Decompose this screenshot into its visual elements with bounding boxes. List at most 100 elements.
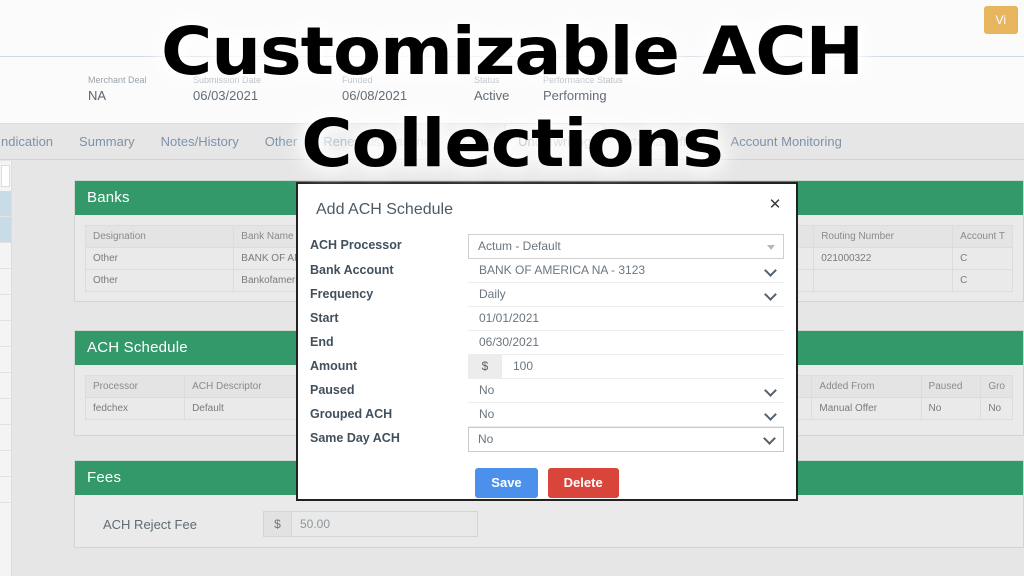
sidebar-item[interactable]	[0, 243, 11, 269]
meta-label: Merchant Deal	[88, 75, 147, 85]
modal-action-buttons: Save Delete	[310, 452, 784, 498]
ach-schedule-form: ACH Processor Actum - Default Bank Accou…	[298, 226, 796, 498]
meta-value: NA	[88, 88, 107, 103]
sidebar-item[interactable]	[0, 399, 11, 425]
meta-item-funded: Funded 06/08/2021	[342, 74, 407, 104]
ach-reject-fee-value: 50.00	[292, 512, 477, 536]
label-end: End	[310, 335, 334, 349]
col-account-type: Account T	[952, 225, 1013, 248]
same-day-ach-select[interactable]: No	[468, 427, 784, 452]
control-frequency: Daily	[468, 283, 784, 307]
grouped-ach-value: No	[479, 407, 495, 421]
tab-external-offers[interactable]: External Offers	[605, 124, 717, 159]
label-amount: Amount	[310, 359, 358, 373]
control-ach-processor: Actum - Default	[468, 234, 784, 259]
meta-item-submission-date: Submission Date 06/03/2021	[193, 74, 261, 104]
amount-input[interactable]: $ 100	[468, 355, 784, 379]
field-row-ach-processor: ACH Processor Actum - Default	[310, 234, 784, 259]
tab-syndication[interactable]: ndication	[0, 124, 66, 159]
delete-button[interactable]: Delete	[547, 468, 619, 498]
cell-grouped: No	[980, 397, 1013, 420]
chevron-down-icon	[766, 410, 775, 419]
sidebar-item[interactable]	[0, 269, 11, 295]
label-start: Start	[310, 311, 339, 325]
chevron-down-icon	[766, 386, 775, 395]
field-row-paused: Paused No	[310, 379, 784, 403]
add-ach-schedule-modal: Add ACH Schedule ✕ ACH Processor Actum -…	[296, 182, 798, 501]
bank-account-value: BANK OF AMERICA NA - 3123	[479, 263, 646, 277]
sidebar-item[interactable]	[0, 373, 11, 399]
tab-other[interactable]: Other	[252, 124, 311, 159]
chevron-down-icon	[766, 266, 775, 275]
ach-processor-select[interactable]: Actum - Default	[468, 234, 784, 259]
paused-select[interactable]: No	[468, 379, 784, 403]
field-row-same-day-ach: Same Day ACH No	[310, 427, 784, 452]
col-processor: Processor	[84, 375, 186, 398]
sidebar-item[interactable]	[0, 321, 11, 347]
sidebar-item[interactable]	[0, 477, 11, 503]
tab-files[interactable]: Files	[451, 124, 504, 159]
label-paused: Paused	[310, 383, 355, 397]
close-icon[interactable]: ✕	[766, 196, 784, 214]
deal-meta-row: Merchant Deal NA Submission Date 06/03/2…	[0, 74, 1024, 120]
col-added-from: Added From	[811, 375, 922, 398]
end-date-input[interactable]: 06/30/2021	[468, 331, 784, 355]
cell-paused: No	[920, 397, 982, 420]
meta-value: 06/08/2021	[342, 88, 408, 103]
grouped-ach-select[interactable]: No	[468, 403, 784, 427]
tab-underwriting[interactable]: Underwriting	[504, 123, 606, 160]
modal-title: Add ACH Schedule	[316, 201, 453, 218]
amount-value: 100	[513, 359, 534, 373]
ach-reject-fee-input[interactable]: $ 50.00	[263, 511, 478, 537]
control-same-day-ach: No	[468, 427, 784, 452]
meta-label: Status	[474, 75, 500, 85]
tab-notes-history[interactable]: Notes/History	[148, 124, 252, 159]
cell-added-from: Manual Offer	[811, 397, 922, 420]
control-bank-account: BANK OF AMERICA NA - 3123	[468, 259, 784, 283]
control-paused: No	[468, 379, 784, 403]
control-end: 06/30/2021	[468, 331, 784, 355]
field-row-frequency: Frequency Daily	[310, 283, 784, 307]
sidebar-top-box	[1, 165, 10, 187]
paused-value: No	[479, 383, 495, 397]
cell-routing-number: 021000322	[813, 247, 954, 270]
same-day-ach-value: No	[478, 432, 494, 446]
sidebar-item[interactable]	[0, 425, 11, 451]
meta-value: Active	[474, 88, 510, 103]
control-grouped-ach: No	[468, 403, 784, 427]
label-bank-account: Bank Account	[310, 263, 394, 277]
sidebar-item[interactable]	[0, 451, 11, 477]
cell-routing-number	[813, 269, 954, 292]
field-row-amount: Amount $ 100	[310, 355, 784, 379]
field-row-bank-account: Bank Account BANK OF AMERICA NA - 3123	[310, 259, 784, 283]
bank-account-select[interactable]: BANK OF AMERICA NA - 3123	[468, 259, 784, 283]
sidebar-item-selected[interactable]	[0, 191, 11, 217]
meta-item-status: Status Active	[474, 74, 509, 104]
chevron-down-icon	[766, 290, 775, 299]
ach-reject-fee-label: ACH Reject Fee	[103, 516, 197, 532]
left-sidebar	[0, 161, 12, 576]
control-amount: $ 100	[468, 355, 784, 379]
sidebar-item[interactable]	[0, 347, 11, 373]
start-date-input[interactable]: 01/01/2021	[468, 307, 784, 331]
col-designation: Designation	[84, 225, 235, 248]
meta-label: Submission Date	[193, 75, 262, 85]
col-grouped: Gro	[980, 375, 1013, 398]
ach-reject-fee-row: ACH Reject Fee $ 50.00	[85, 505, 1013, 539]
save-button[interactable]: Save	[475, 468, 538, 498]
meta-value: 06/03/2021	[193, 88, 259, 103]
sidebar-item[interactable]	[0, 295, 11, 321]
tab-summary[interactable]: Summary	[66, 124, 148, 159]
tab-renewals-tranches[interactable]: Renewals/Tranches	[310, 124, 450, 159]
frequency-select[interactable]: Daily	[468, 283, 784, 307]
header-divider	[0, 56, 1024, 57]
field-row-grouped-ach: Grouped ACH No	[310, 403, 784, 427]
sidebar-item[interactable]	[0, 217, 11, 243]
meta-value: Performing	[543, 88, 607, 103]
label-grouped-ach: Grouped ACH	[310, 407, 393, 421]
tab-account-monitoring[interactable]: Account Monitoring	[718, 124, 855, 159]
view-button[interactable]: Vi	[983, 6, 1018, 34]
meta-label: Performance Status	[543, 75, 623, 85]
field-row-end: End 06/30/2021	[310, 331, 784, 355]
fees-card-body: ACH Reject Fee $ 50.00	[75, 495, 1023, 553]
